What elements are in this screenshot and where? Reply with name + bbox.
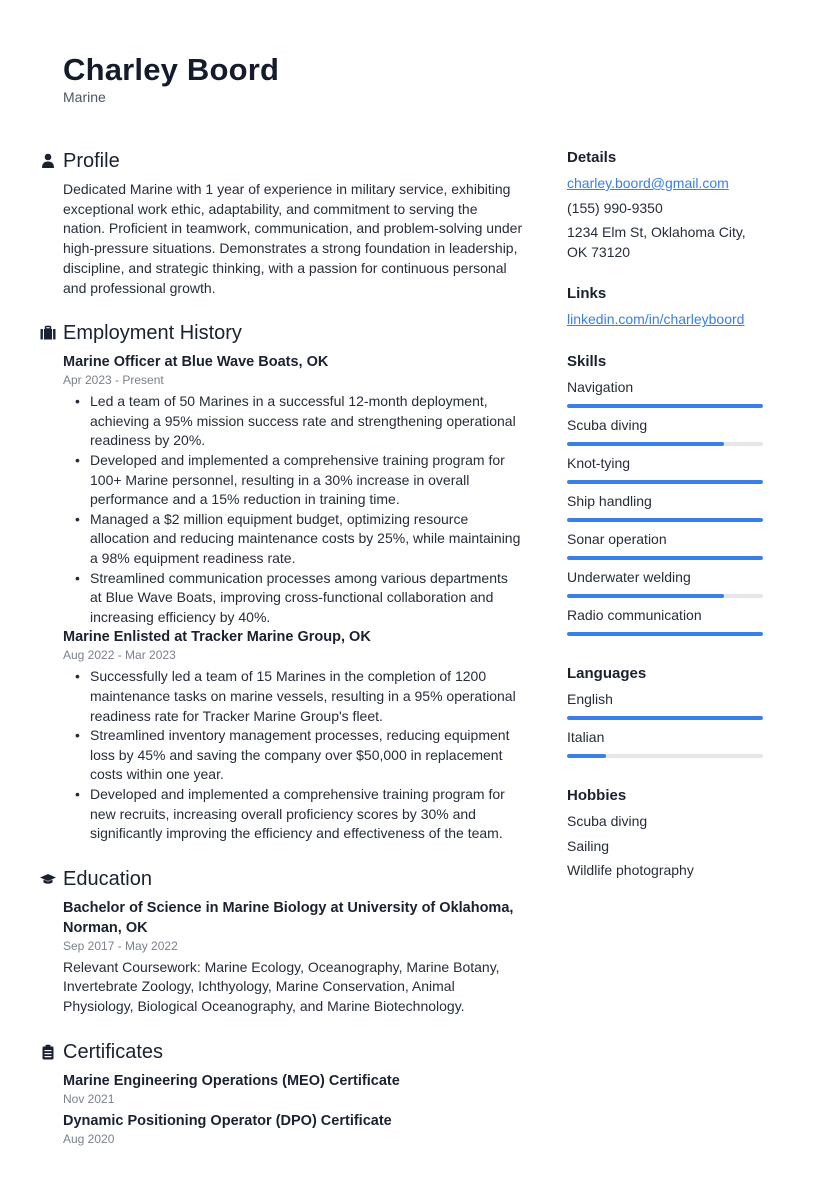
section-title: Education xyxy=(63,867,152,890)
level-bar xyxy=(567,479,763,484)
level-bar-fill xyxy=(567,479,763,484)
level-bar xyxy=(567,631,763,636)
skill-item: Scuba diving xyxy=(567,416,767,446)
certificate-item: Dynamic Positioning Operator (DPO) Certi… xyxy=(63,1111,523,1148)
job-entry: Marine Enlisted at Tracker Marine Group,… xyxy=(63,627,523,843)
education-item: Bachelor of Science in Marine Biology at… xyxy=(63,898,523,1017)
certificates-section: Certificates Marine Engineering Operatio… xyxy=(42,1039,523,1148)
certificate-title: Marine Engineering Operations (MEO) Cert… xyxy=(63,1072,400,1089)
email-link[interactable]: charley.boord@gmail.com xyxy=(567,174,767,194)
skill-item: Underwater welding xyxy=(567,568,767,598)
education-description: Relevant Coursework: Marine Ecology, Oce… xyxy=(63,958,500,1015)
level-bar-fill xyxy=(567,403,763,408)
skills-list: Navigation Scuba diving Knot-tying Ship han… xyxy=(567,378,767,636)
hobby-item: Wildlife photography xyxy=(567,862,694,879)
person-icon xyxy=(42,153,54,168)
sidebar-column: Details charley.boord@gmail.com (155) 99… xyxy=(567,148,767,903)
candidate-title: Marine xyxy=(63,89,106,105)
linkedin-link[interactable]: linkedin.com/in/charleyboord xyxy=(567,310,767,330)
item-label: Knot-tying xyxy=(567,454,631,471)
details-heading: Details xyxy=(567,149,617,166)
skill-item: Sonar operation xyxy=(567,530,767,560)
job-bullet: Successfully led a team of 15 Marines in… xyxy=(75,667,523,726)
skills-heading: Skills xyxy=(567,352,607,370)
skill-item: Ship handling xyxy=(567,492,767,522)
skill-item: Navigation xyxy=(567,378,767,408)
briefcase-icon xyxy=(40,326,56,340)
section-title: Certificates xyxy=(63,1040,164,1063)
links-section: Links linkedin.com/in/charleyboord xyxy=(567,284,767,330)
level-bar xyxy=(567,403,763,408)
job-bullets: Led a team of 50 Marines in a successful… xyxy=(75,392,523,627)
language-item: English xyxy=(567,690,767,720)
education-section: Education Bachelor of Science in Marine … xyxy=(40,866,523,1017)
job-date: Aug 2022 - Mar 2023 xyxy=(63,648,176,663)
item-label: Navigation xyxy=(567,378,634,395)
level-bar xyxy=(567,715,763,720)
level-bar-fill xyxy=(567,517,763,522)
candidate-name: Charley Boord xyxy=(63,52,280,87)
job-bullet: Led a team of 50 Marines in a successful… xyxy=(75,392,523,451)
level-bar xyxy=(567,555,763,560)
skills-section: Skills Navigation Scuba diving Knot-tying S… xyxy=(567,352,767,636)
employment-section: Employment History Marine Officer at Blu… xyxy=(40,320,523,843)
profile-section: Profile Dedicated Marine with 1 year of … xyxy=(42,148,523,298)
certificate-item: Marine Engineering Operations (MEO) Cert… xyxy=(63,1071,523,1108)
hobby-item: Scuba diving xyxy=(567,812,648,829)
address: 1234 Elm St, Oklahoma City, OK 73120 xyxy=(567,224,746,260)
job-bullet: Streamlined communication processes amon… xyxy=(75,569,523,628)
languages-section: Languages English Italian xyxy=(567,664,767,758)
job-bullets: Successfully led a team of 15 Marines in… xyxy=(75,667,523,843)
item-label: Underwater welding xyxy=(567,568,691,585)
phone-number: (155) 990-9350 xyxy=(567,199,663,216)
job-bullet: Streamlined inventory management process… xyxy=(75,726,523,785)
job-date: Apr 2023 - Present xyxy=(63,373,164,388)
job-title: Marine Enlisted at Tracker Marine Group,… xyxy=(63,629,371,646)
level-bar-fill xyxy=(567,555,763,560)
job-bullet: Developed and implemented a comprehensiv… xyxy=(75,785,523,844)
item-label: Scuba diving xyxy=(567,416,648,433)
resume-header: Charley Boord Marine xyxy=(63,52,279,106)
job-bullet: Developed and implemented a comprehensiv… xyxy=(75,451,523,510)
languages-heading: Languages xyxy=(567,664,647,682)
education-date: Sep 2017 - May 2022 xyxy=(63,938,178,953)
clipboard-icon xyxy=(42,1044,54,1060)
certificate-title: Dynamic Positioning Operator (DPO) Certi… xyxy=(63,1112,392,1129)
level-bar-fill xyxy=(567,753,607,758)
profile-summary: Dedicated Marine with 1 year of experien… xyxy=(63,181,523,296)
level-bar-fill xyxy=(567,631,763,636)
certificate-date: Nov 2021 xyxy=(63,1091,115,1106)
level-bar-fill xyxy=(567,593,724,598)
details-section: Details charley.boord@gmail.com (155) 99… xyxy=(567,148,767,262)
level-bar xyxy=(567,441,763,446)
hobbies-section: Hobbies Scuba diving Sailing Wildlife ph… xyxy=(567,786,767,881)
level-bar xyxy=(567,753,763,758)
item-label: Italian xyxy=(567,728,605,745)
level-bar-fill xyxy=(567,441,724,446)
skill-item: Knot-tying xyxy=(567,454,767,484)
certificate-date: Aug 2020 xyxy=(63,1131,115,1146)
level-bar-fill xyxy=(567,715,763,720)
job-list: Marine Officer at Blue Wave Boats, OK Apr… xyxy=(63,352,523,843)
job-entry: Marine Officer at Blue Wave Boats, OK Apr… xyxy=(63,352,523,627)
item-label: English xyxy=(567,690,613,707)
skill-item: Radio communication xyxy=(567,606,767,636)
degree-title: Bachelor of Science in Marine Biology at… xyxy=(63,899,514,936)
section-title: Employment History xyxy=(63,322,242,345)
languages-list: English Italian xyxy=(567,690,767,758)
hobby-item: Sailing xyxy=(567,837,610,854)
language-item: Italian xyxy=(567,728,767,758)
hobbies-heading: Hobbies xyxy=(567,786,627,804)
job-bullet: Managed a $2 million equipment budget, o… xyxy=(75,510,523,569)
level-bar xyxy=(567,517,763,522)
graduation-cap-icon xyxy=(40,873,56,884)
section-title: Profile xyxy=(63,150,120,172)
item-label: Ship handling xyxy=(567,492,652,509)
job-title: Marine Officer at Blue Wave Boats, OK xyxy=(63,354,329,371)
item-label: Radio communication xyxy=(567,606,702,623)
level-bar xyxy=(567,593,763,598)
main-column: Profile Dedicated Marine with 1 year of … xyxy=(40,148,523,1170)
item-label: Sonar operation xyxy=(567,530,667,547)
links-heading: Links xyxy=(567,285,607,303)
